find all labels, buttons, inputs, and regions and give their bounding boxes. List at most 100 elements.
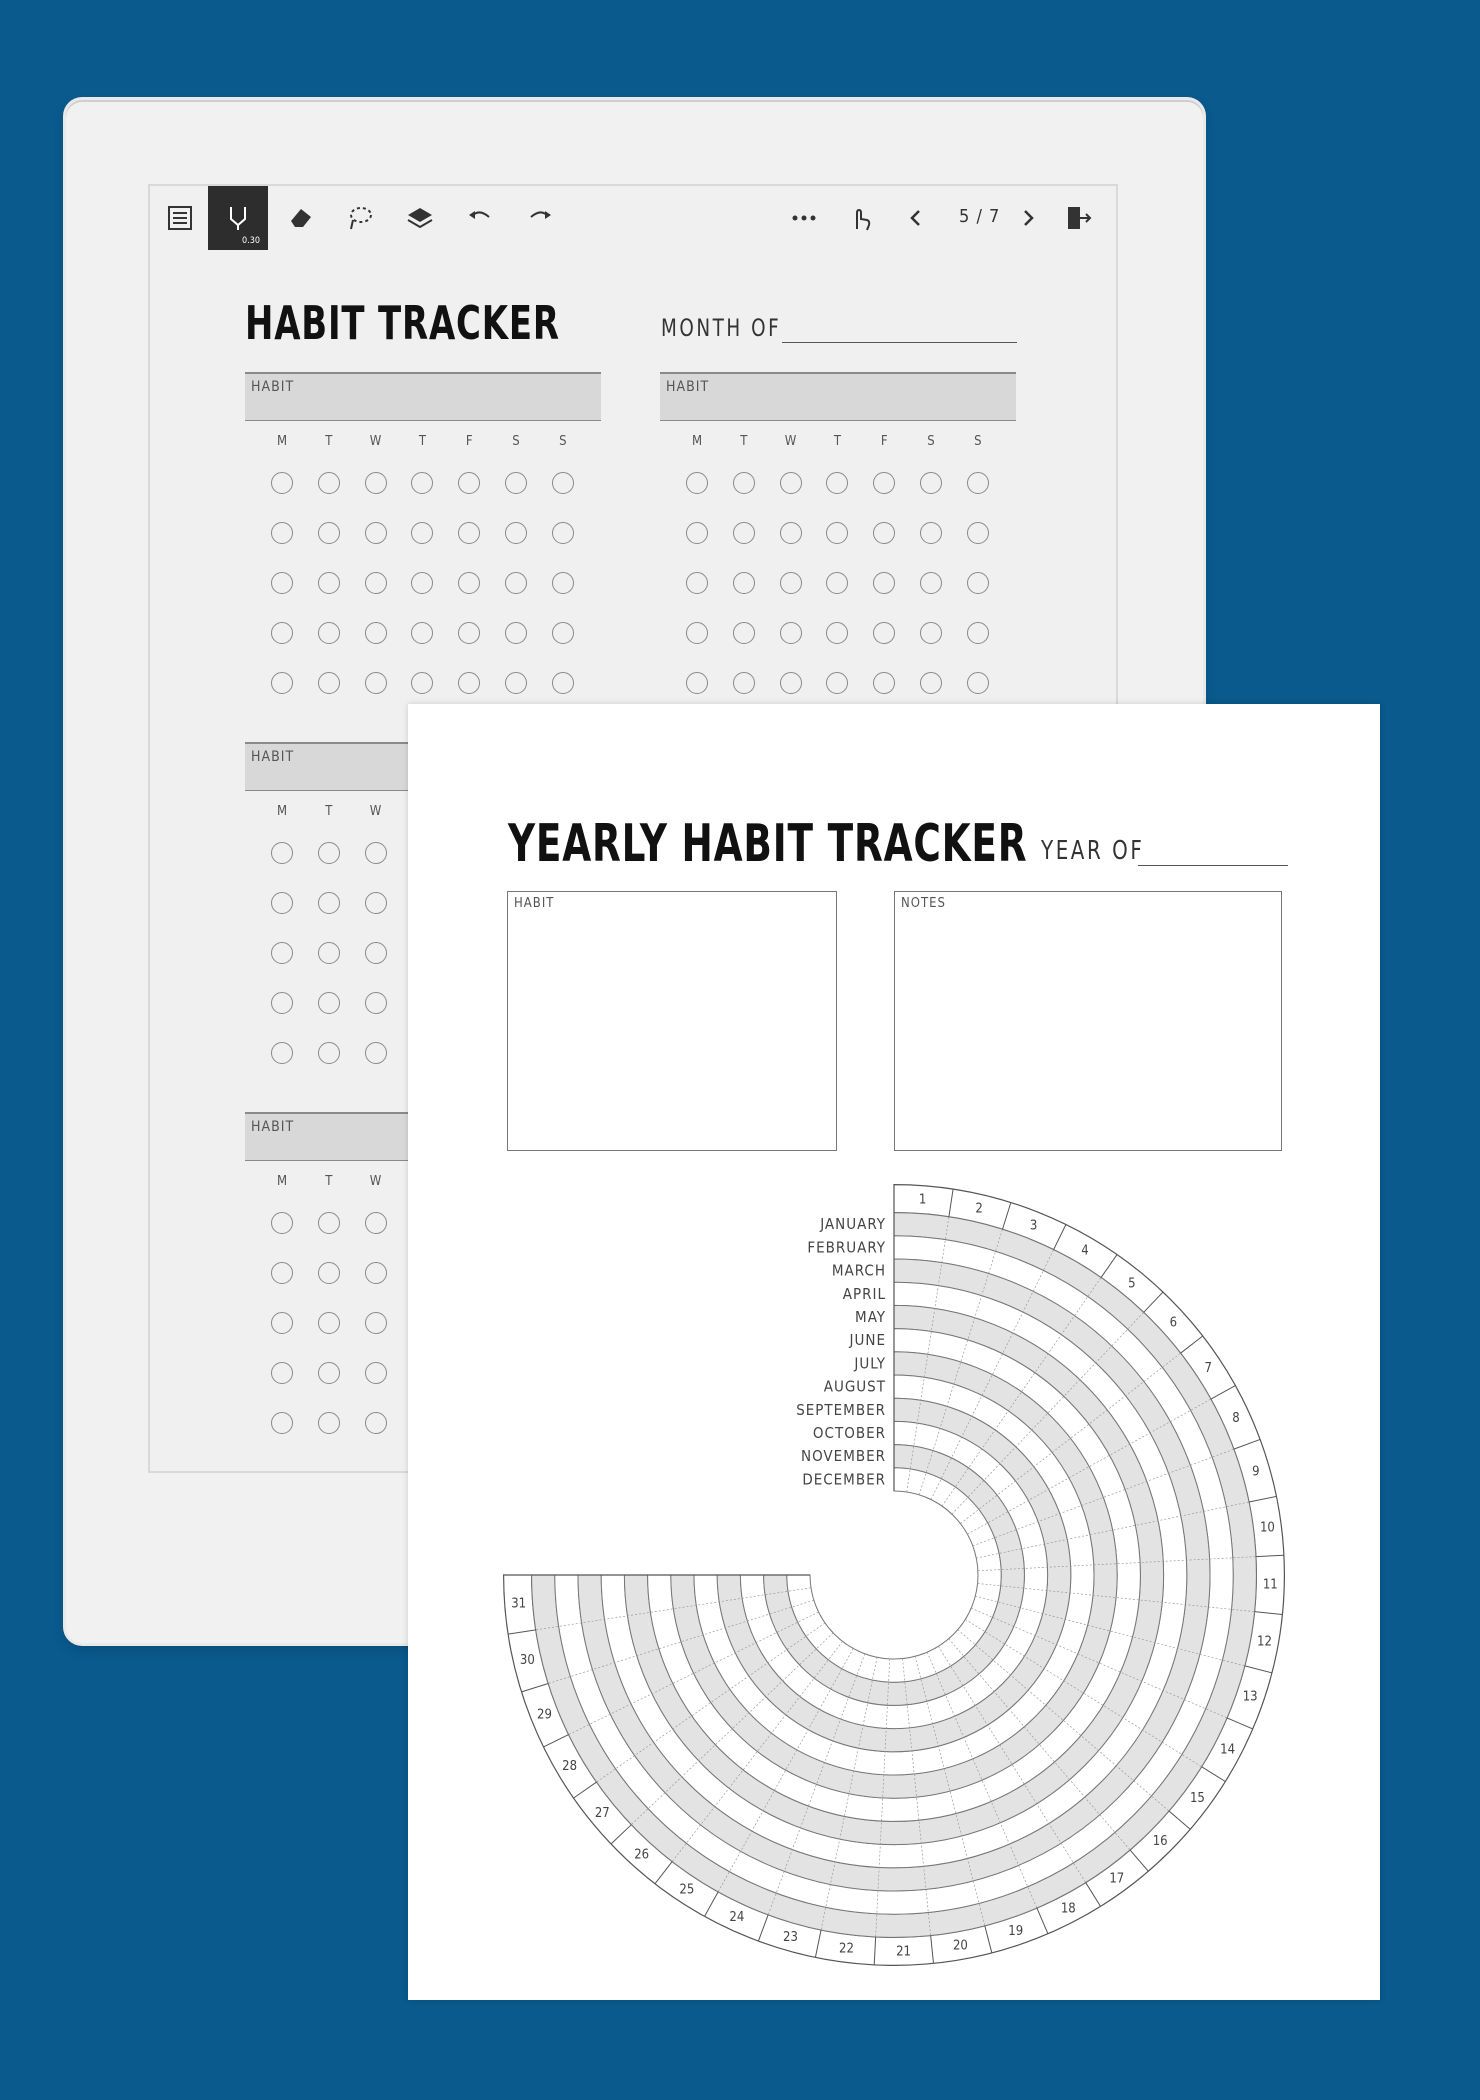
habit-check-circle[interactable] — [920, 472, 942, 494]
habit-check-circle[interactable] — [826, 672, 849, 694]
habit-check-circle[interactable] — [873, 472, 896, 494]
habit-check-circle[interactable] — [732, 672, 755, 694]
habit-check-circle[interactable] — [966, 572, 989, 594]
lasso-icon[interactable] — [338, 196, 382, 240]
habit-check-circle[interactable] — [966, 522, 989, 544]
habit-check-circle[interactable] — [873, 522, 896, 544]
habit-check-circle[interactable] — [732, 522, 755, 544]
habit-check-circle[interactable] — [317, 992, 340, 1014]
habit-check-circle[interactable] — [364, 1412, 387, 1434]
habit-check-circle[interactable] — [271, 992, 293, 1014]
pen-icon[interactable]: 0.30 — [208, 186, 268, 250]
habit-check-circle[interactable] — [551, 672, 574, 694]
habit-check-circle[interactable] — [779, 522, 802, 544]
habit-check-circle[interactable] — [271, 1212, 293, 1234]
habit-check-circle[interactable] — [271, 1412, 293, 1434]
month-of-line[interactable] — [782, 342, 1017, 343]
habit-check-circle[interactable] — [873, 672, 896, 694]
exit-icon[interactable] — [1056, 196, 1100, 240]
habit-check-circle[interactable] — [364, 942, 387, 964]
habit-check-circle[interactable] — [826, 572, 849, 594]
habit-check-circle[interactable] — [271, 1362, 293, 1384]
habit-check-circle[interactable] — [271, 672, 293, 694]
habit-check-circle[interactable] — [732, 572, 755, 594]
habit-check-circle[interactable] — [686, 672, 708, 694]
habit-check-circle[interactable] — [364, 1212, 387, 1234]
habit-check-circle[interactable] — [317, 522, 340, 544]
eraser-icon[interactable] — [278, 196, 322, 240]
next-page-icon[interactable] — [1006, 196, 1050, 240]
habit-check-circle[interactable] — [966, 672, 989, 694]
habit-check-circle[interactable] — [317, 842, 340, 864]
habit-check-circle[interactable] — [505, 672, 527, 694]
habit-check-circle[interactable] — [920, 622, 942, 644]
habit-check-circle[interactable] — [779, 472, 802, 494]
habit-check-circle[interactable] — [779, 572, 802, 594]
habit-check-circle[interactable] — [458, 672, 481, 694]
habit-check-circle[interactable] — [873, 622, 896, 644]
prev-page-icon[interactable] — [894, 196, 938, 240]
habit-check-circle[interactable] — [364, 672, 387, 694]
habit-check-circle[interactable] — [317, 622, 340, 644]
habit-check-circle[interactable] — [505, 572, 527, 594]
habit-check-circle[interactable] — [317, 892, 340, 914]
habit-check-circle[interactable] — [271, 892, 293, 914]
habit-check-circle[interactable] — [364, 992, 387, 1014]
habit-check-circle[interactable] — [551, 622, 574, 644]
habit-check-circle[interactable] — [271, 522, 293, 544]
undo-icon[interactable] — [458, 196, 502, 240]
habit-check-circle[interactable] — [966, 472, 989, 494]
habit-check-circle[interactable] — [458, 622, 481, 644]
habit-check-circle[interactable] — [271, 472, 293, 494]
more-icon[interactable] — [782, 196, 826, 240]
habit-check-circle[interactable] — [873, 572, 896, 594]
habit-check-circle[interactable] — [364, 842, 387, 864]
habit-check-circle[interactable] — [411, 672, 434, 694]
habit-check-circle[interactable] — [458, 472, 481, 494]
layers-icon[interactable] — [398, 196, 442, 240]
habit-check-circle[interactable] — [779, 672, 802, 694]
habit-check-circle[interactable] — [317, 1312, 340, 1334]
habit-check-circle[interactable] — [317, 1042, 340, 1064]
habit-check-circle[interactable] — [364, 1262, 387, 1284]
habit-check-circle[interactable] — [779, 622, 802, 644]
habit-name-field[interactable]: HABIT — [660, 372, 1016, 421]
habit-check-circle[interactable] — [686, 622, 708, 644]
habit-check-circle[interactable] — [686, 472, 708, 494]
habit-check-circle[interactable] — [920, 672, 942, 694]
habit-check-circle[interactable] — [966, 622, 989, 644]
habit-check-circle[interactable] — [458, 522, 481, 544]
habit-check-circle[interactable] — [732, 472, 755, 494]
habit-check-circle[interactable] — [271, 1042, 293, 1064]
habit-check-circle[interactable] — [271, 622, 293, 644]
habit-check-circle[interactable] — [732, 622, 755, 644]
habit-check-circle[interactable] — [551, 472, 574, 494]
habit-check-circle[interactable] — [686, 522, 708, 544]
habit-check-circle[interactable] — [411, 472, 434, 494]
habit-check-circle[interactable] — [505, 522, 527, 544]
redo-icon[interactable] — [518, 196, 562, 240]
habit-check-circle[interactable] — [317, 1412, 340, 1434]
habit-check-circle[interactable] — [411, 572, 434, 594]
habit-check-circle[interactable] — [271, 1262, 293, 1284]
habit-check-circle[interactable] — [271, 572, 293, 594]
habit-check-circle[interactable] — [505, 622, 527, 644]
habit-check-circle[interactable] — [458, 572, 481, 594]
habit-check-circle[interactable] — [364, 622, 387, 644]
habit-check-circle[interactable] — [271, 842, 293, 864]
habit-check-circle[interactable] — [364, 1362, 387, 1384]
habit-check-circle[interactable] — [364, 472, 387, 494]
habit-check-circle[interactable] — [551, 572, 574, 594]
habit-check-circle[interactable] — [826, 622, 849, 644]
habit-check-circle[interactable] — [317, 472, 340, 494]
habit-check-circle[interactable] — [920, 572, 942, 594]
month-ring-cell[interactable] — [786, 1467, 1002, 1683]
habit-check-circle[interactable] — [271, 1312, 293, 1334]
habit-check-circle[interactable] — [317, 572, 340, 594]
habit-check-circle[interactable] — [505, 472, 527, 494]
habit-check-circle[interactable] — [686, 572, 708, 594]
habit-check-circle[interactable] — [826, 472, 849, 494]
habit-check-circle[interactable] — [411, 522, 434, 544]
habit-check-circle[interactable] — [826, 522, 849, 544]
habit-check-circle[interactable] — [317, 1262, 340, 1284]
